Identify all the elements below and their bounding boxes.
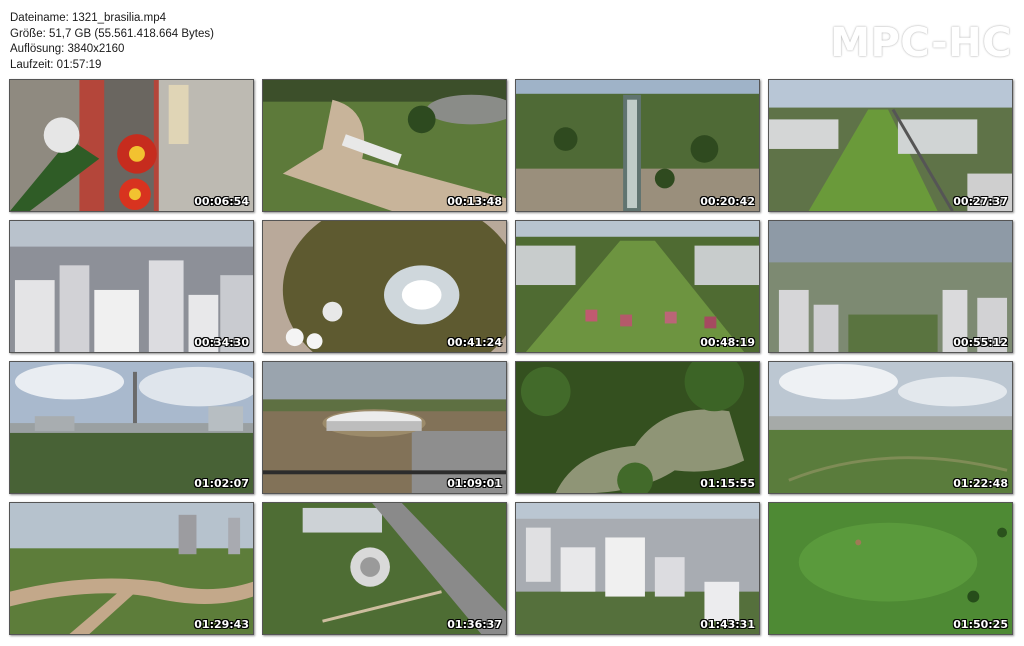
- thumbnail: 01:02:07: [9, 361, 254, 494]
- thumbnail: 01:29:43: [9, 502, 254, 635]
- timestamp: 01:36:37: [447, 618, 502, 631]
- timestamp: 00:27:37: [953, 195, 1008, 208]
- timestamp: 01:43:31: [700, 618, 755, 631]
- timestamp: 01:02:07: [194, 477, 249, 490]
- thumbnail: 01:09:01: [262, 361, 507, 494]
- timestamp: 01:15:55: [700, 477, 755, 490]
- timestamp: 00:06:54: [194, 195, 249, 208]
- thumbnail: 00:27:37: [768, 79, 1013, 212]
- timestamp: 00:55:12: [953, 336, 1008, 349]
- thumbnail: 01:36:37: [262, 502, 507, 635]
- timestamp: 00:48:19: [700, 336, 755, 349]
- mpc-hc-logo: MPC-HC: [830, 20, 1012, 66]
- thumbnail: 00:13:48: [262, 79, 507, 212]
- timestamp: 01:09:01: [447, 477, 502, 490]
- thumbnail: 01:22:48: [768, 361, 1013, 494]
- file-info: Dateiname: 1321_brasilia.mp4 Größe: 51,7…: [10, 11, 214, 73]
- duration-text: Laufzeit: 01:57:19: [10, 58, 102, 71]
- timestamp: 01:50:25: [953, 618, 1008, 631]
- thumbnail: 00:20:42: [515, 79, 760, 212]
- resolution-text: Auflösung: 3840x2160: [10, 43, 125, 55]
- thumbnail: 00:48:19: [515, 220, 760, 353]
- timestamp: 01:22:48: [953, 477, 1008, 490]
- filename-text: Dateiname: 1321_brasilia.mp4: [10, 12, 166, 24]
- thumbnail: 00:06:54: [9, 79, 254, 212]
- timestamp: 01:29:43: [194, 618, 249, 631]
- thumbnail: 00:41:24: [262, 220, 507, 353]
- size-text: Größe: 51,7 GB (55.561.418.664 Bytes): [10, 27, 214, 40]
- timestamp: 00:34:30: [194, 336, 249, 349]
- thumbnail: 01:50:25: [768, 502, 1013, 635]
- thumbnail: 00:55:12: [768, 220, 1013, 353]
- thumbnail: 01:43:31: [515, 502, 760, 635]
- timestamp: 00:41:24: [447, 336, 502, 349]
- thumbnail: 00:34:30: [9, 220, 254, 353]
- timestamp: 00:20:42: [700, 195, 755, 208]
- timestamp: 00:13:48: [447, 195, 502, 208]
- thumbnail: 01:15:55: [515, 361, 760, 494]
